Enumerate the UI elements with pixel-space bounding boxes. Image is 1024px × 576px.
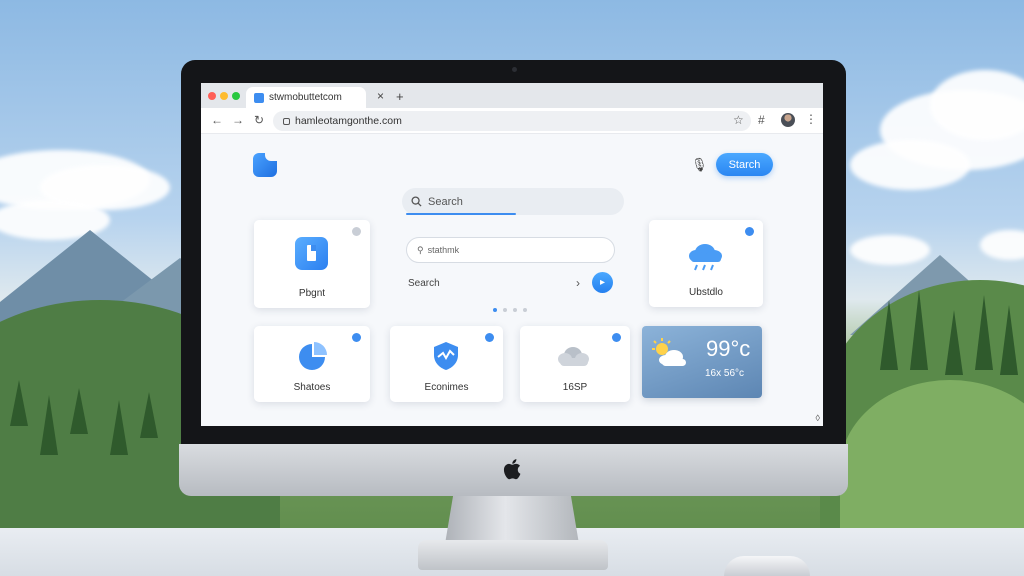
card-indicator bbox=[485, 333, 494, 342]
zoom-window-button[interactable] bbox=[232, 92, 240, 100]
navigation-bar: ← → ↻ hamleotamgonthe.com ☆ # ⋮ bbox=[201, 108, 823, 134]
card-cloud[interactable]: 16SP bbox=[520, 326, 630, 402]
tab-favicon-icon bbox=[254, 92, 264, 103]
cloud-icon bbox=[558, 347, 589, 366]
address-bar-url: hamleotamgonthe.com bbox=[295, 115, 402, 127]
microphone-icon[interactable]: 🎙 bbox=[691, 157, 708, 173]
pie-chart-icon bbox=[299, 342, 327, 370]
search-focus-underline bbox=[406, 213, 516, 215]
pagination-dots bbox=[493, 308, 527, 312]
main-search-input[interactable]: Search bbox=[402, 188, 624, 215]
card-indicator bbox=[352, 333, 361, 342]
close-window-button[interactable] bbox=[208, 92, 216, 100]
page-dot[interactable] bbox=[493, 308, 497, 312]
card-label: 16SP bbox=[562, 382, 588, 393]
camera bbox=[512, 67, 517, 72]
card-weather-top[interactable]: Ubstdlo bbox=[649, 220, 763, 307]
rain-cloud-icon bbox=[689, 244, 722, 271]
extensions-icon[interactable]: # bbox=[758, 113, 765, 127]
card-label: Econimes bbox=[424, 382, 469, 393]
panel-search-label: Search bbox=[408, 278, 440, 289]
main-search-placeholder: Search bbox=[428, 195, 463, 208]
card-indicator bbox=[745, 227, 754, 236]
browser-tab[interactable]: stwmobuttetcom bbox=[246, 87, 366, 108]
web-page: 🎙 Starch Search Pbgnt ⚲ stathmk Search ›… bbox=[201, 134, 823, 426]
card-shatoes[interactable]: Shatoes bbox=[254, 326, 370, 402]
card-label: Pbgnt bbox=[298, 288, 326, 299]
weather-temperature: 99°c bbox=[706, 336, 751, 361]
page-dot[interactable] bbox=[503, 308, 507, 312]
profile-avatar[interactable] bbox=[781, 113, 795, 127]
resize-handle-icon[interactable]: ◊ bbox=[816, 413, 820, 423]
card-label: Ubstdlo bbox=[689, 287, 723, 298]
center-panel: ⚲ stathmk Search › ▸ bbox=[401, 234, 623, 306]
card-indicator bbox=[612, 333, 621, 342]
reload-button[interactable]: ↻ bbox=[254, 113, 264, 127]
tab-title: stwmobuttetcom bbox=[269, 92, 342, 103]
minimize-window-button[interactable] bbox=[220, 92, 228, 100]
forward-button[interactable]: → bbox=[232, 113, 244, 127]
search-icon bbox=[411, 196, 422, 207]
new-tab-button[interactable]: + bbox=[396, 89, 404, 104]
weather-subtext: 16x 56°c bbox=[705, 368, 745, 379]
site-logo-icon[interactable] bbox=[253, 153, 277, 177]
tab-close-icon[interactable]: × bbox=[377, 89, 384, 103]
browser-menu-icon[interactable]: ⋮ bbox=[805, 112, 817, 126]
page-dot[interactable] bbox=[523, 308, 527, 312]
inner-search-input[interactable]: ⚲ stathmk bbox=[406, 237, 615, 263]
shield-icon bbox=[434, 342, 458, 370]
lock-icon bbox=[283, 117, 290, 125]
search-button[interactable]: Starch bbox=[716, 153, 773, 176]
card-econimes[interactable]: Econimes bbox=[390, 326, 503, 402]
inner-search-placeholder: stathmk bbox=[427, 245, 460, 255]
apple-logo-icon bbox=[503, 459, 521, 480]
card-pingnt[interactable]: Pbgnt bbox=[254, 220, 370, 308]
page-dot[interactable] bbox=[513, 308, 517, 312]
screen: stwmobuttetcom × + ← → ↻ hamleotamgonthe… bbox=[201, 83, 823, 426]
card-indicator bbox=[352, 227, 361, 236]
search-icon: ⚲ bbox=[417, 244, 424, 255]
imac-stand-foot bbox=[418, 540, 608, 570]
go-button[interactable]: ▸ bbox=[592, 272, 613, 293]
back-button[interactable]: ← bbox=[211, 113, 223, 127]
address-bar[interactable]: hamleotamgonthe.com bbox=[273, 111, 751, 131]
chevron-right-icon[interactable]: › bbox=[576, 276, 580, 290]
card-label: Shatoes bbox=[293, 382, 331, 393]
mouse bbox=[724, 556, 810, 576]
partly-sunny-icon bbox=[652, 338, 686, 366]
app-icon bbox=[295, 237, 328, 270]
tab-bar: stwmobuttetcom × + bbox=[201, 83, 823, 108]
weather-widget[interactable]: 99°c 16x 56°c bbox=[642, 326, 762, 398]
imac-stand bbox=[445, 496, 579, 544]
bookmark-star-icon[interactable]: ☆ bbox=[733, 113, 744, 127]
